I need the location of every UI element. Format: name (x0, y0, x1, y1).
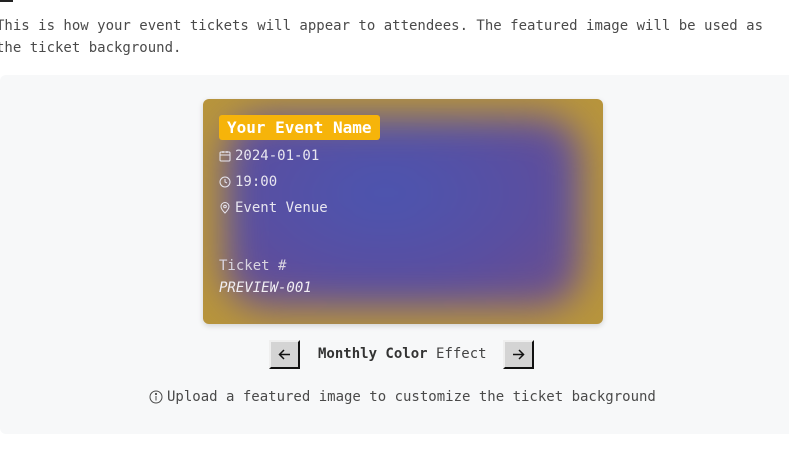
calendar-icon (219, 151, 231, 162)
info-icon (149, 390, 163, 404)
effect-name-rest: Effect (436, 346, 487, 362)
intro-text: This is how your event tickets will appe… (0, 18, 764, 56)
upload-hint-text: Upload a featured image to customize the… (167, 389, 656, 405)
arrow-left-icon (278, 349, 290, 360)
event-venue: Event Venue (219, 198, 328, 218)
event-time: 19:00 (219, 172, 277, 192)
event-date: 2024-01-01 (219, 146, 319, 166)
clock-icon (219, 176, 231, 188)
effect-name-bold: Monthly Color (318, 346, 428, 362)
upload-hint: Upload a featured image to customize the… (149, 389, 656, 405)
location-pin-icon (220, 202, 230, 214)
top-divider (0, 0, 13, 2)
ticket-number-value: PREVIEW-001 (219, 280, 312, 296)
effect-name: Monthly Color Effect (318, 346, 487, 362)
ticket-number-label: Ticket # (219, 258, 287, 274)
next-effect-button[interactable] (503, 340, 534, 369)
event-time-text: 19:00 (235, 174, 278, 190)
previous-effect-button[interactable] (269, 340, 300, 369)
event-name-badge: Your Event Name (219, 115, 380, 140)
arrow-right-icon (513, 349, 525, 360)
event-venue-text: Event Venue (235, 200, 328, 216)
event-date-text: 2024-01-01 (235, 148, 320, 164)
